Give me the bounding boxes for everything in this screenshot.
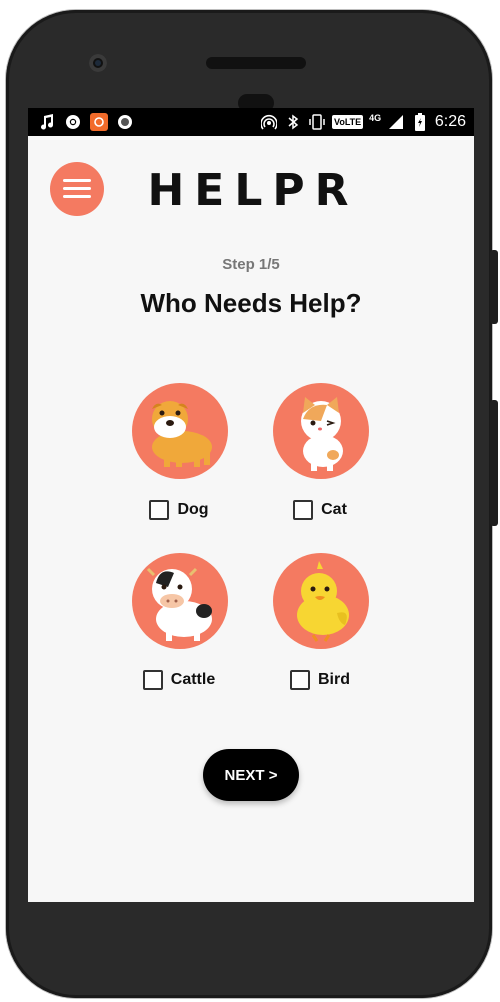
power-button bbox=[490, 400, 498, 526]
animal-option-cat[interactable]: Cat bbox=[265, 383, 375, 523]
cattle-avatar bbox=[132, 553, 228, 649]
animal-option-bird[interactable]: Bird bbox=[265, 553, 375, 693]
hamburger-icon bbox=[63, 179, 91, 182]
app-logo: HELPR bbox=[147, 162, 359, 218]
bird-checkbox[interactable] bbox=[290, 670, 310, 690]
cat-illustration bbox=[301, 397, 343, 471]
vibrate-icon bbox=[308, 113, 326, 131]
bird-avatar bbox=[273, 553, 369, 649]
page-title: Who Needs Help? bbox=[140, 288, 362, 318]
dog-label: Dog bbox=[177, 501, 209, 518]
bird-illustration bbox=[297, 561, 349, 642]
cat-label: Cat bbox=[321, 501, 347, 518]
bluetooth-icon bbox=[284, 113, 302, 131]
bird-label: Bird bbox=[318, 671, 350, 688]
hotspot-icon bbox=[260, 113, 278, 131]
dog-illustration bbox=[152, 401, 212, 467]
hamburger-icon-line bbox=[63, 195, 91, 198]
status-time: 6:26 bbox=[434, 113, 466, 130]
logo-text: HELPR bbox=[147, 164, 359, 216]
animal-option-dog[interactable]: Dog bbox=[124, 383, 234, 523]
music-icon bbox=[38, 113, 56, 131]
hamburger-icon-line bbox=[63, 187, 91, 190]
app-header: HELPR bbox=[28, 136, 474, 246]
dog-checkbox[interactable] bbox=[149, 500, 170, 520]
status-bar: VoLTE 4G 6:26 bbox=[28, 108, 474, 136]
bird-checkbox-row: Bird bbox=[265, 669, 375, 691]
cattle-label: Cattle bbox=[170, 671, 216, 688]
next-button[interactable]: NEXT > bbox=[203, 749, 299, 801]
volume-button bbox=[490, 250, 498, 324]
record-icon bbox=[116, 113, 134, 131]
cat-checkbox[interactable] bbox=[293, 500, 314, 520]
network-type: 4G bbox=[369, 113, 382, 123]
step-indicator: Step 1/5 bbox=[222, 256, 280, 273]
earpiece-speaker bbox=[206, 57, 306, 69]
cat-avatar bbox=[273, 383, 369, 479]
battery-icon bbox=[411, 113, 429, 131]
volte-icon: VoLTE bbox=[332, 115, 364, 129]
animal-option-cattle[interactable]: Cattle bbox=[124, 553, 234, 693]
volte-label: VoLTE bbox=[334, 117, 362, 127]
cattle-checkbox-row: Cattle bbox=[124, 669, 234, 691]
app-screen: VoLTE 4G 6:26 HELPR Step 1/5 Who Needs H… bbox=[28, 108, 474, 902]
menu-button[interactable] bbox=[50, 162, 104, 216]
front-camera bbox=[89, 54, 107, 72]
cattle-checkbox[interactable] bbox=[142, 670, 163, 690]
dog-avatar bbox=[132, 383, 228, 479]
chrome-icon bbox=[64, 113, 82, 131]
dog-checkbox-row: Dog bbox=[124, 499, 234, 521]
signal-icon bbox=[387, 113, 405, 131]
cattle-illustration bbox=[146, 567, 212, 641]
app-icon bbox=[90, 113, 108, 131]
cat-checkbox-row: Cat bbox=[265, 499, 375, 521]
